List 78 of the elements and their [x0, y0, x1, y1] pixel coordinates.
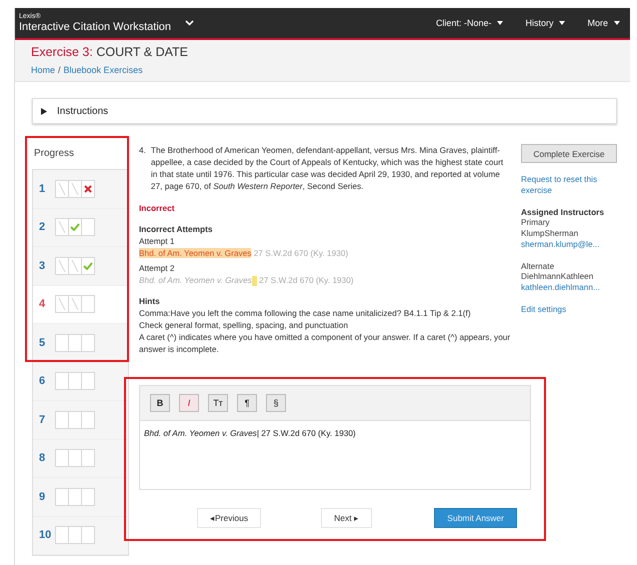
exercise-title: COURT & DATE: [96, 45, 188, 59]
submit-button[interactable]: Submit Answer: [434, 508, 517, 528]
check-icon: [70, 223, 80, 232]
progress-title: Progress: [34, 148, 76, 159]
result-label: Incorrect: [139, 202, 176, 214]
progress-item[interactable]: 6: [33, 362, 128, 401]
complete-exercise-button[interactable]: Complete Exercise: [521, 144, 617, 163]
caret-highlight: [252, 276, 257, 286]
progress-item[interactable]: 7: [33, 401, 128, 440]
question-number: 4.: [139, 144, 146, 157]
slash-mark-icon: [58, 297, 66, 312]
check-icon: [83, 262, 93, 270]
format-button[interactable]: B: [150, 394, 170, 412]
format-button[interactable]: Tт: [208, 394, 228, 412]
question-number: 8: [39, 452, 46, 464]
question-number: 10: [39, 529, 52, 542]
nav-menu[interactable]: More: [587, 18, 620, 28]
instructor-role: Alternate: [521, 260, 556, 272]
slash-mark-icon: [71, 182, 79, 196]
instructor-role: Primary: [521, 217, 551, 228]
question-number: 9: [39, 490, 46, 503]
breadcrumb-link[interactable]: Home: [31, 65, 56, 75]
slash-mark-icon: [58, 182, 66, 196]
triangle-right-icon: [41, 108, 47, 114]
progress-item[interactable]: 4: [33, 286, 128, 324]
attempt-label: Attempt 1: [139, 235, 176, 248]
progress-item[interactable]: 10: [33, 516, 128, 555]
caret-down-icon: [559, 21, 566, 25]
progress-item[interactable]: 1: [33, 170, 128, 208]
progress-item[interactable]: 9: [33, 478, 128, 516]
format-button[interactable]: §: [266, 394, 286, 412]
next-button[interactable]: Next ▸: [321, 508, 372, 528]
attempt-answer: Bhd. of Am. Yeomen v. Graves 27 S.W.2d 670 (Ky. 1930): [139, 247, 350, 260]
hint-text: A caret (^) indicates where you have omitted a component of your answer. If a caret (^) appears, your answer is incomplete.: [139, 331, 511, 356]
format-button[interactable]: ¶: [237, 394, 257, 412]
email-link[interactable]: sherman.klump@le...: [521, 238, 619, 250]
caret-down-icon: [614, 21, 620, 25]
question-number: 1: [39, 182, 46, 195]
reset-link[interactable]: Request to reset this exercise: [521, 174, 619, 196]
exercise-number: Exercise 3:: [31, 45, 93, 59]
email-link[interactable]: kathleen.diehlmann...: [521, 282, 619, 294]
question-number: 4: [39, 298, 46, 310]
instructor-name: DiehlmannKathleen: [521, 271, 594, 282]
cross-icon: [84, 184, 92, 193]
previous-button[interactable]: ◂Previous: [197, 508, 262, 528]
breadcrumb-link[interactable]: Bluebook Exercises: [64, 65, 143, 75]
attempts-title: Incorrect Attempts: [139, 223, 214, 236]
chevron-down-icon[interactable]: [185, 20, 194, 26]
format-button[interactable]: I: [179, 394, 199, 412]
slash-mark-icon: [71, 258, 79, 273]
instructors-title: Assigned Instructors: [521, 206, 604, 217]
slash-mark-icon: [58, 220, 66, 234]
question-number: 3: [39, 260, 46, 272]
nav-menu[interactable]: History: [525, 18, 566, 28]
slash-mark-icon: [58, 258, 66, 273]
question-number: 5: [39, 336, 46, 349]
question-number: 2: [39, 221, 46, 234]
progress-item[interactable]: 2: [33, 208, 128, 247]
attempt-answer: Bhd. of Am. Yeomen v. Graves 27 S.W.2d 670 (Ky. 1930): [139, 274, 355, 286]
question-text: The Brotherhood of American Yeomen, defendant-appellant, versus Mrs. Mina Graves, plaintiff-appellee, a case decided by the Court of Appeals of Kentucky, which was the highest state court in that state until 1976. This particular case was decided April 29, 1930, and reported at volume 27, page 670, of South Western Reporter, Second Series.: [150, 144, 504, 192]
question-number: 7: [39, 414, 46, 426]
breadcrumb-separator: /: [58, 65, 61, 75]
instructor-name: KlumpSherman: [521, 228, 580, 239]
instructions-panel[interactable]: Instructions: [32, 98, 617, 124]
edit-settings-link[interactable]: Edit settings: [521, 304, 619, 315]
caret-down-icon: [497, 21, 504, 25]
hint-text: Check general format, spelling, spacing, and punctuation: [139, 319, 349, 332]
hint-text: Comma:Have you left the comma following the case name unitalicized? B4.1.1 Tip & 2.1(f): [139, 307, 472, 320]
progress-item[interactable]: 5: [33, 324, 128, 362]
progress-item[interactable]: 3: [33, 247, 128, 286]
question-number: 6: [39, 375, 46, 388]
progress-item[interactable]: 8: [33, 440, 128, 478]
slash-mark-icon: [71, 297, 79, 312]
hints-title: Hints: [139, 295, 161, 308]
nav-menu[interactable]: Client: -None-: [436, 18, 504, 28]
app-title: Interactive Citation Workstation: [19, 20, 172, 33]
instructions-label: Instructions: [57, 106, 108, 116]
attempt-label: Attempt 2: [139, 262, 176, 274]
